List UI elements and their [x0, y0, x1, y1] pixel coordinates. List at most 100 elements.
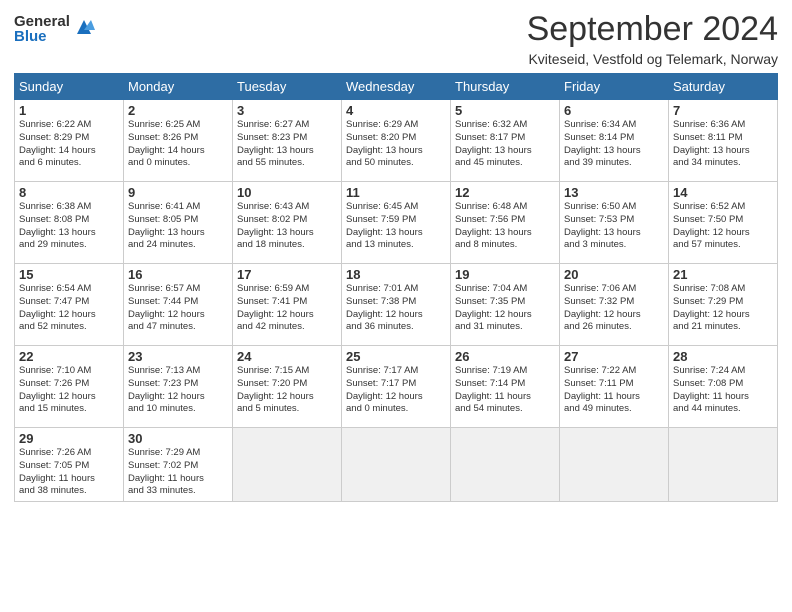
table-row — [342, 428, 451, 502]
table-row: 3Sunrise: 6:27 AMSunset: 8:23 PMDaylight… — [233, 100, 342, 182]
table-row: 24Sunrise: 7:15 AMSunset: 7:20 PMDayligh… — [233, 346, 342, 428]
table-row: 22Sunrise: 7:10 AMSunset: 7:26 PMDayligh… — [15, 346, 124, 428]
table-row: 5Sunrise: 6:32 AMSunset: 8:17 PMDaylight… — [451, 100, 560, 182]
col-saturday: Saturday — [669, 74, 778, 100]
day-number: 16 — [128, 267, 228, 282]
cell-details: Sunrise: 7:19 AMSunset: 7:14 PMDaylight:… — [455, 365, 555, 416]
cell-details: Sunrise: 6:34 AMSunset: 8:14 PMDaylight:… — [564, 119, 664, 170]
day-number: 12 — [455, 185, 555, 200]
cell-details: Sunrise: 6:29 AMSunset: 8:20 PMDaylight:… — [346, 119, 446, 170]
col-tuesday: Tuesday — [233, 74, 342, 100]
cell-details: Sunrise: 7:24 AMSunset: 7:08 PMDaylight:… — [673, 365, 773, 416]
table-row: 23Sunrise: 7:13 AMSunset: 7:23 PMDayligh… — [124, 346, 233, 428]
cell-details: Sunrise: 6:38 AMSunset: 8:08 PMDaylight:… — [19, 201, 119, 252]
cell-details: Sunrise: 7:13 AMSunset: 7:23 PMDaylight:… — [128, 365, 228, 416]
cell-details: Sunrise: 6:57 AMSunset: 7:44 PMDaylight:… — [128, 283, 228, 334]
day-number: 14 — [673, 185, 773, 200]
cell-details: Sunrise: 7:29 AMSunset: 7:02 PMDaylight:… — [128, 447, 228, 498]
table-row: 20Sunrise: 7:06 AMSunset: 7:32 PMDayligh… — [560, 264, 669, 346]
day-number: 11 — [346, 185, 446, 200]
cell-details: Sunrise: 7:17 AMSunset: 7:17 PMDaylight:… — [346, 365, 446, 416]
cell-details: Sunrise: 6:32 AMSunset: 8:17 PMDaylight:… — [455, 119, 555, 170]
cell-details: Sunrise: 6:43 AMSunset: 8:02 PMDaylight:… — [237, 201, 337, 252]
table-row: 12Sunrise: 6:48 AMSunset: 7:56 PMDayligh… — [451, 182, 560, 264]
logo-icon — [73, 16, 95, 38]
day-number: 10 — [237, 185, 337, 200]
col-wednesday: Wednesday — [342, 74, 451, 100]
table-row: 1Sunrise: 6:22 AMSunset: 8:29 PMDaylight… — [15, 100, 124, 182]
day-number: 8 — [19, 185, 119, 200]
logo: General Blue — [14, 14, 95, 44]
day-number: 6 — [564, 103, 664, 118]
table-row — [669, 428, 778, 502]
table-row — [451, 428, 560, 502]
cell-details: Sunrise: 6:25 AMSunset: 8:26 PMDaylight:… — [128, 119, 228, 170]
cell-details: Sunrise: 6:41 AMSunset: 8:05 PMDaylight:… — [128, 201, 228, 252]
table-row: 6Sunrise: 6:34 AMSunset: 8:14 PMDaylight… — [560, 100, 669, 182]
calendar-table: Sunday Monday Tuesday Wednesday Thursday… — [14, 73, 778, 502]
cell-details: Sunrise: 6:59 AMSunset: 7:41 PMDaylight:… — [237, 283, 337, 334]
day-number: 13 — [564, 185, 664, 200]
day-number: 4 — [346, 103, 446, 118]
col-friday: Friday — [560, 74, 669, 100]
day-number: 20 — [564, 267, 664, 282]
day-number: 28 — [673, 349, 773, 364]
table-row: 17Sunrise: 6:59 AMSunset: 7:41 PMDayligh… — [233, 264, 342, 346]
day-number: 26 — [455, 349, 555, 364]
cell-details: Sunrise: 6:48 AMSunset: 7:56 PMDaylight:… — [455, 201, 555, 252]
day-number: 22 — [19, 349, 119, 364]
day-number: 23 — [128, 349, 228, 364]
table-row: 16Sunrise: 6:57 AMSunset: 7:44 PMDayligh… — [124, 264, 233, 346]
day-number: 9 — [128, 185, 228, 200]
day-number: 19 — [455, 267, 555, 282]
cell-details: Sunrise: 6:45 AMSunset: 7:59 PMDaylight:… — [346, 201, 446, 252]
table-row: 28Sunrise: 7:24 AMSunset: 7:08 PMDayligh… — [669, 346, 778, 428]
header-row: Sunday Monday Tuesday Wednesday Thursday… — [15, 74, 778, 100]
location: Kviteseid, Vestfold og Telemark, Norway — [527, 51, 778, 67]
cell-details: Sunrise: 6:52 AMSunset: 7:50 PMDaylight:… — [673, 201, 773, 252]
cell-details: Sunrise: 6:22 AMSunset: 8:29 PMDaylight:… — [19, 119, 119, 170]
day-number: 25 — [346, 349, 446, 364]
table-row: 14Sunrise: 6:52 AMSunset: 7:50 PMDayligh… — [669, 182, 778, 264]
cell-details: Sunrise: 7:08 AMSunset: 7:29 PMDaylight:… — [673, 283, 773, 334]
cell-details: Sunrise: 6:36 AMSunset: 8:11 PMDaylight:… — [673, 119, 773, 170]
day-number: 24 — [237, 349, 337, 364]
logo-general: General — [14, 14, 70, 29]
day-number: 5 — [455, 103, 555, 118]
day-number: 29 — [19, 431, 119, 446]
cell-details: Sunrise: 7:26 AMSunset: 7:05 PMDaylight:… — [19, 447, 119, 498]
table-row: 9Sunrise: 6:41 AMSunset: 8:05 PMDaylight… — [124, 182, 233, 264]
table-row: 26Sunrise: 7:19 AMSunset: 7:14 PMDayligh… — [451, 346, 560, 428]
day-number: 21 — [673, 267, 773, 282]
table-row: 21Sunrise: 7:08 AMSunset: 7:29 PMDayligh… — [669, 264, 778, 346]
cell-details: Sunrise: 6:50 AMSunset: 7:53 PMDaylight:… — [564, 201, 664, 252]
cell-details: Sunrise: 7:22 AMSunset: 7:11 PMDaylight:… — [564, 365, 664, 416]
logo-blue: Blue — [14, 29, 70, 44]
cell-details: Sunrise: 7:04 AMSunset: 7:35 PMDaylight:… — [455, 283, 555, 334]
header: General Blue September 2024 Kviteseid, V… — [14, 10, 778, 67]
day-number: 27 — [564, 349, 664, 364]
col-monday: Monday — [124, 74, 233, 100]
title-area: September 2024 Kviteseid, Vestfold og Te… — [527, 10, 778, 67]
table-row: 18Sunrise: 7:01 AMSunset: 7:38 PMDayligh… — [342, 264, 451, 346]
day-number: 18 — [346, 267, 446, 282]
col-sunday: Sunday — [15, 74, 124, 100]
day-number: 7 — [673, 103, 773, 118]
day-number: 15 — [19, 267, 119, 282]
table-row: 15Sunrise: 6:54 AMSunset: 7:47 PMDayligh… — [15, 264, 124, 346]
day-number: 3 — [237, 103, 337, 118]
table-row: 4Sunrise: 6:29 AMSunset: 8:20 PMDaylight… — [342, 100, 451, 182]
table-row: 25Sunrise: 7:17 AMSunset: 7:17 PMDayligh… — [342, 346, 451, 428]
table-row: 10Sunrise: 6:43 AMSunset: 8:02 PMDayligh… — [233, 182, 342, 264]
table-row — [233, 428, 342, 502]
cell-details: Sunrise: 7:01 AMSunset: 7:38 PMDaylight:… — [346, 283, 446, 334]
table-row: 11Sunrise: 6:45 AMSunset: 7:59 PMDayligh… — [342, 182, 451, 264]
col-thursday: Thursday — [451, 74, 560, 100]
table-row: 27Sunrise: 7:22 AMSunset: 7:11 PMDayligh… — [560, 346, 669, 428]
day-number: 17 — [237, 267, 337, 282]
table-row: 8Sunrise: 6:38 AMSunset: 8:08 PMDaylight… — [15, 182, 124, 264]
table-row — [560, 428, 669, 502]
logo-text: General Blue — [14, 14, 70, 44]
cell-details: Sunrise: 6:54 AMSunset: 7:47 PMDaylight:… — [19, 283, 119, 334]
day-number: 2 — [128, 103, 228, 118]
